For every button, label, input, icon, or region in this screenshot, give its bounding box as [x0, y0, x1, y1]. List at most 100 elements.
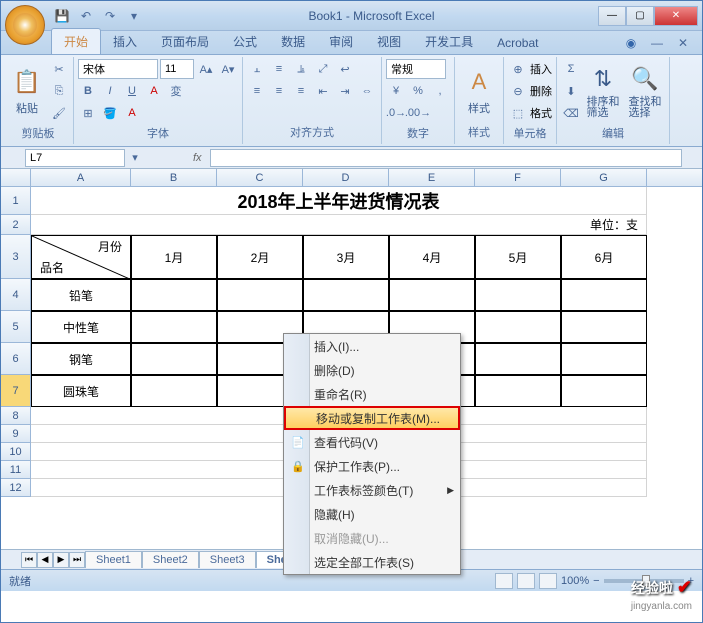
phonetic-icon[interactable]: 変 — [166, 81, 186, 101]
colhead-f[interactable]: F — [475, 169, 561, 186]
menu-rename[interactable]: 重命名(R) — [284, 382, 460, 406]
sheet-tab-3[interactable]: Sheet3 — [199, 551, 256, 568]
italic-button[interactable]: I — [100, 81, 120, 101]
format-painter-icon[interactable]: 🖌 — [49, 103, 69, 123]
format-cells-icon[interactable]: ⬚ — [508, 103, 528, 123]
copy-icon[interactable]: ⎘ — [49, 81, 69, 101]
rowhead-12[interactable]: 12 — [1, 479, 31, 497]
insert-cells-icon[interactable]: ⊕ — [508, 59, 528, 79]
fx-icon[interactable]: fx — [185, 152, 210, 164]
orientation-icon[interactable]: ⤢ — [313, 59, 333, 79]
tab-layout[interactable]: 页面布局 — [149, 29, 221, 54]
font-color-icon[interactable]: A — [144, 81, 164, 101]
align-center-icon[interactable]: ≡ — [269, 81, 289, 101]
colhead-d[interactable]: D — [303, 169, 389, 186]
page-break-view-icon[interactable] — [539, 573, 557, 589]
menu-select-all[interactable]: 选定全部工作表(S) — [284, 550, 460, 574]
rowhead-7[interactable]: 7 — [1, 375, 31, 407]
colhead-a[interactable]: A — [31, 169, 131, 186]
qat-dropdown-icon[interactable]: ▾ — [123, 5, 145, 27]
wrap-text-icon[interactable]: ↩ — [335, 59, 355, 79]
number-format-dropdown[interactable]: 常规 — [386, 59, 446, 79]
menu-tab-color[interactable]: 工作表标签颜色(T) ▶ — [284, 478, 460, 502]
zoom-out-icon[interactable]: − — [593, 575, 599, 587]
menu-view-code[interactable]: 📄 查看代码(V) — [284, 430, 460, 454]
align-bottom-icon[interactable]: ⫡ — [291, 59, 311, 79]
menu-protect[interactable]: 🔒 保护工作表(P)... — [284, 454, 460, 478]
tab-home[interactable]: 开始 — [51, 28, 101, 54]
tab-formula[interactable]: 公式 — [221, 29, 269, 54]
shrink-font-icon[interactable]: A▾ — [218, 59, 238, 79]
minimize-button[interactable]: — — [598, 6, 626, 26]
tab-review[interactable]: 审阅 — [317, 29, 365, 54]
min-ribbon-icon[interactable]: — — [646, 32, 668, 54]
percent-icon[interactable]: % — [408, 81, 428, 101]
close-wb-icon[interactable]: ✕ — [672, 32, 694, 54]
zoom-label[interactable]: 100% — [561, 575, 589, 587]
name-box[interactable]: L7 — [25, 149, 125, 167]
rowhead-2[interactable]: 2 — [1, 215, 31, 235]
next-sheet-icon[interactable]: ▶ — [53, 552, 69, 568]
prev-sheet-icon[interactable]: ◀ — [37, 552, 53, 568]
rowhead-11[interactable]: 11 — [1, 461, 31, 479]
sort-filter-button[interactable]: ⇅ 排序和 筛选 — [583, 59, 623, 123]
align-top-icon[interactable]: ⫠ — [247, 59, 267, 79]
colhead-e[interactable]: E — [389, 169, 475, 186]
rowhead-9[interactable]: 9 — [1, 425, 31, 443]
menu-unhide[interactable]: 取消隐藏(U)... — [284, 526, 460, 550]
delete-cells-icon[interactable]: ⊖ — [508, 81, 528, 101]
colhead-g[interactable]: G — [561, 169, 647, 186]
normal-view-icon[interactable] — [495, 573, 513, 589]
cut-icon[interactable]: ✂ — [49, 59, 69, 79]
border-icon[interactable]: ⊞ — [78, 103, 98, 123]
underline-button[interactable]: U — [122, 81, 142, 101]
page-layout-view-icon[interactable] — [517, 573, 535, 589]
dec-decimal-icon[interactable]: .00→ — [408, 103, 428, 123]
tab-acrobat[interactable]: Acrobat — [485, 32, 550, 54]
colhead-c[interactable]: C — [217, 169, 303, 186]
undo-icon[interactable]: ↶ — [75, 5, 97, 27]
comma-icon[interactable]: , — [430, 81, 450, 101]
align-right-icon[interactable]: ≡ — [291, 81, 311, 101]
styles-button[interactable]: A 样式 — [459, 59, 499, 122]
fill-color-icon[interactable]: 🪣 — [100, 103, 120, 123]
tab-view[interactable]: 视图 — [365, 29, 413, 54]
rowhead-8[interactable]: 8 — [1, 407, 31, 425]
namebox-dropdown-icon[interactable]: ▾ — [125, 148, 145, 168]
inc-decimal-icon[interactable]: .0→ — [386, 103, 406, 123]
rowhead-6[interactable]: 6 — [1, 343, 31, 375]
rowhead-5[interactable]: 5 — [1, 311, 31, 343]
indent-dec-icon[interactable]: ⇤ — [313, 81, 333, 101]
last-sheet-icon[interactable]: ⏭ — [69, 552, 85, 568]
first-sheet-icon[interactable]: ⏮ — [21, 552, 37, 568]
sheet-tab-2[interactable]: Sheet2 — [142, 551, 199, 568]
find-select-button[interactable]: 🔍 查找和 选择 — [625, 59, 665, 123]
clear-icon[interactable]: ⌫ — [561, 103, 581, 123]
menu-move-copy[interactable]: 移动或复制工作表(M)... — [284, 406, 460, 430]
title-cell[interactable]: 2018年上半年进货情况表 — [31, 187, 647, 215]
menu-hide[interactable]: 隐藏(H) — [284, 502, 460, 526]
colhead-b[interactable]: B — [131, 169, 217, 186]
help-icon[interactable]: ◉ — [620, 32, 642, 54]
paste-button[interactable]: 📋 粘贴 — [7, 59, 47, 123]
select-all-corner[interactable] — [1, 169, 31, 186]
currency-icon[interactable]: ¥ — [386, 81, 406, 101]
rowhead-10[interactable]: 10 — [1, 443, 31, 461]
unit-cell[interactable]: 单位：支 — [475, 215, 647, 235]
menu-insert[interactable]: 插入(I)... — [284, 334, 460, 358]
office-button[interactable] — [5, 5, 45, 45]
merge-icon[interactable]: ⇔ — [357, 81, 377, 101]
rowhead-1[interactable]: 1 — [1, 187, 31, 215]
grow-font-icon[interactable]: A▴ — [196, 59, 216, 79]
tab-data[interactable]: 数据 — [269, 29, 317, 54]
indent-inc-icon[interactable]: ⇥ — [335, 81, 355, 101]
bold-button[interactable]: B — [78, 81, 98, 101]
align-middle-icon[interactable]: ≡ — [269, 59, 289, 79]
diagonal-header-cell[interactable]: 月份 品名 — [31, 235, 131, 279]
autosum-icon[interactable]: Σ — [561, 59, 581, 79]
tab-developer[interactable]: 开发工具 — [413, 29, 485, 54]
menu-delete[interactable]: 删除(D) — [284, 358, 460, 382]
font-size-dropdown[interactable]: 11 — [160, 59, 194, 79]
align-left-icon[interactable]: ≡ — [247, 81, 267, 101]
fill-icon[interactable]: ⬇ — [561, 81, 581, 101]
